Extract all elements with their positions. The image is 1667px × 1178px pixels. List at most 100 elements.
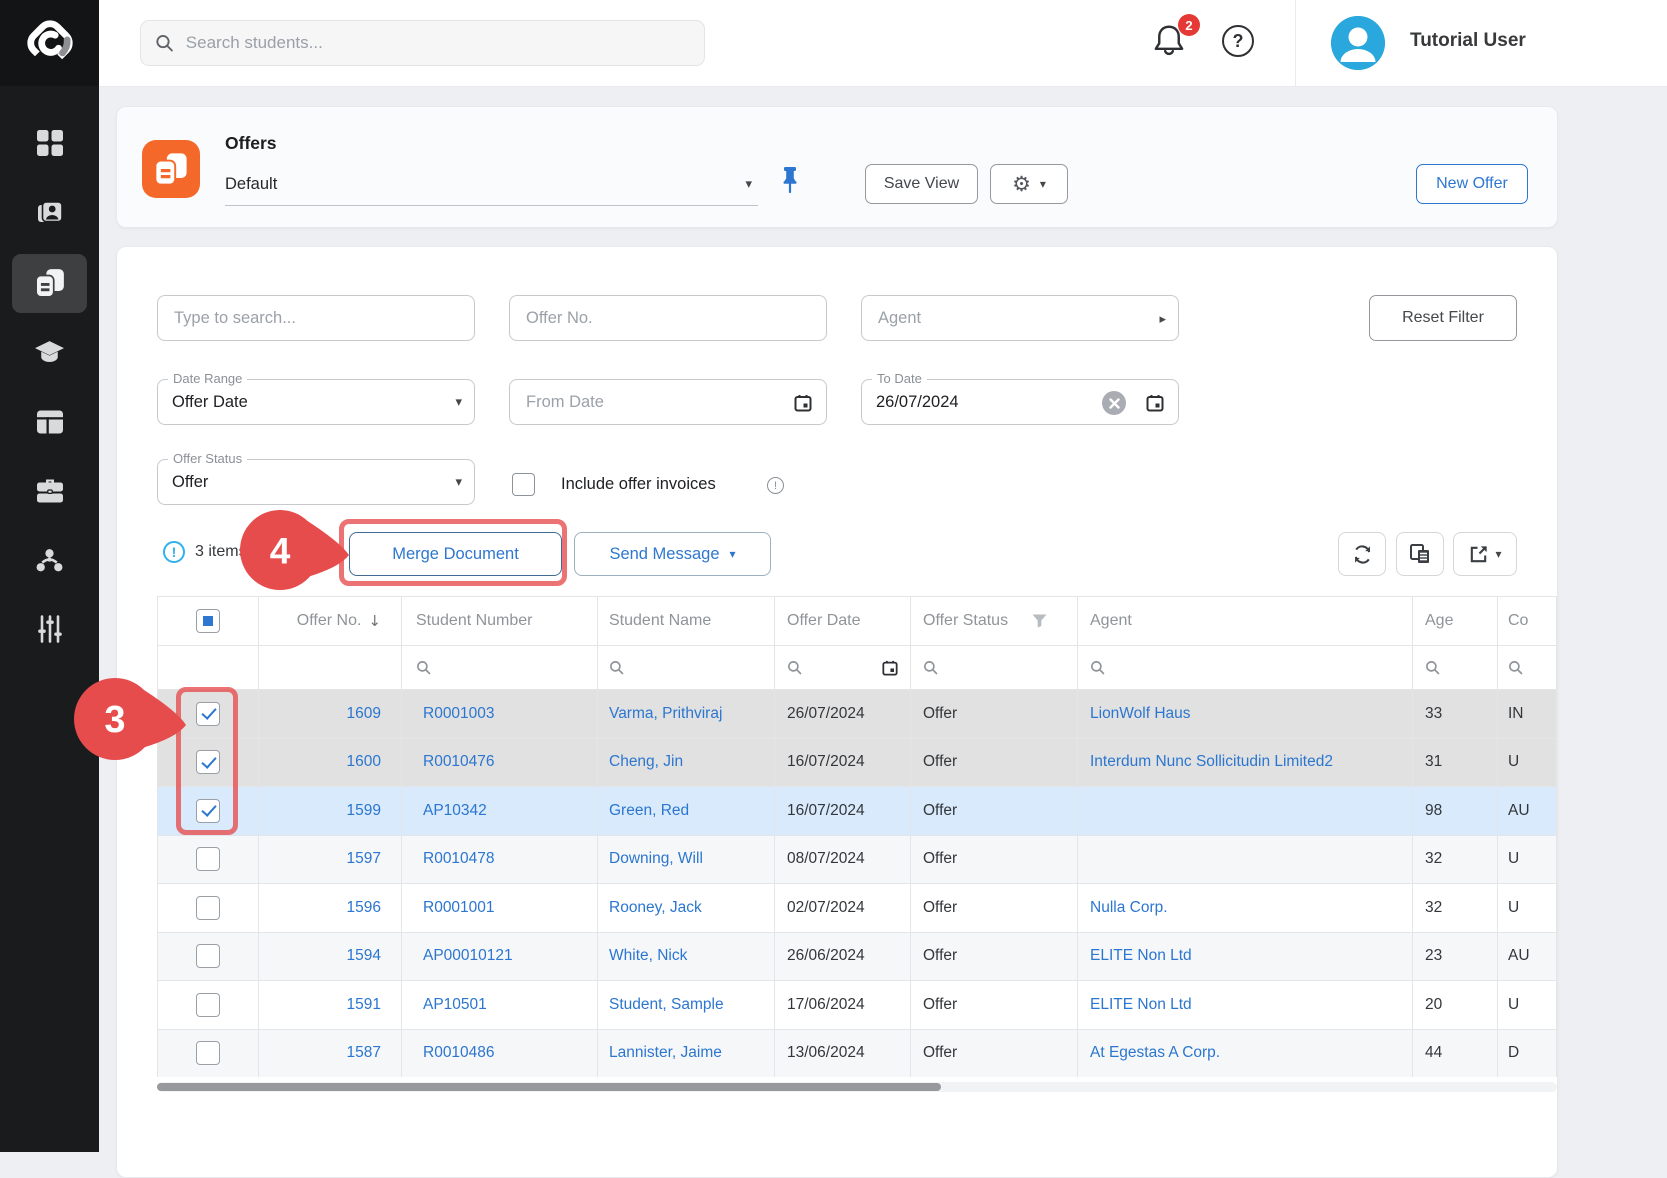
cell-offer-no[interactable]: 1591 bbox=[259, 981, 402, 1029]
cell-student-number[interactable]: R0010478 bbox=[402, 836, 598, 884]
save-view-button[interactable]: Save View bbox=[865, 164, 978, 204]
pin-view-button[interactable] bbox=[779, 167, 801, 198]
header-student-number[interactable]: Student Number bbox=[402, 597, 598, 645]
cell-student-number[interactable]: R0001001 bbox=[402, 884, 598, 932]
search-input[interactable] bbox=[184, 32, 690, 54]
filter-funnel-icon[interactable] bbox=[1032, 614, 1047, 628]
row-checkbox-cell[interactable] bbox=[158, 836, 259, 884]
quick-search-input[interactable] bbox=[172, 308, 460, 329]
from-date-input[interactable] bbox=[524, 392, 812, 413]
table-row[interactable]: 1591AP10501Student, Sample17/06/2024Offe… bbox=[158, 980, 1557, 1029]
header-offer-date[interactable]: Offer Date bbox=[775, 597, 911, 645]
row-checkbox[interactable] bbox=[196, 896, 220, 920]
filter-cell-offer-no[interactable] bbox=[259, 646, 402, 689]
reset-filter-button[interactable]: Reset Filter bbox=[1369, 295, 1517, 341]
help-button[interactable]: ? bbox=[1222, 25, 1254, 57]
header-offer-status[interactable]: Offer Status bbox=[911, 597, 1078, 645]
row-checkbox-cell[interactable] bbox=[158, 884, 259, 932]
select-all-checkbox[interactable] bbox=[196, 609, 220, 633]
new-offer-button[interactable]: New Offer bbox=[1416, 164, 1528, 204]
row-checkbox[interactable] bbox=[196, 993, 220, 1017]
calendar-icon[interactable] bbox=[882, 660, 898, 676]
row-checkbox-cell[interactable] bbox=[158, 690, 259, 738]
avatar[interactable] bbox=[1331, 16, 1385, 70]
view-select[interactable]: Default ▾ bbox=[225, 163, 758, 206]
row-checkbox[interactable] bbox=[196, 750, 220, 774]
table-row[interactable]: 1594AP00010121White, Nick26/06/2024Offer… bbox=[158, 932, 1557, 981]
cell-agent[interactable]: Nulla Corp. bbox=[1078, 884, 1413, 932]
row-checkbox-cell[interactable] bbox=[158, 739, 259, 787]
cell-student-name[interactable]: Varma, Prithviraj bbox=[598, 690, 775, 738]
filter-cell-agent[interactable] bbox=[1078, 646, 1413, 689]
cell-offer-no[interactable]: 1597 bbox=[259, 836, 402, 884]
cell-offer-no[interactable]: 1594 bbox=[259, 933, 402, 981]
header-country[interactable]: Co bbox=[1498, 597, 1557, 645]
header-student-name[interactable]: Student Name bbox=[598, 597, 775, 645]
cell-student-number[interactable]: AP10342 bbox=[402, 787, 598, 835]
cell-offer-no[interactable]: 1596 bbox=[259, 884, 402, 932]
table-row[interactable]: 1600R0010476Cheng, Jin16/07/2024OfferInt… bbox=[158, 738, 1557, 787]
notifications-button[interactable]: 2 bbox=[1152, 22, 1196, 66]
cell-agent[interactable]: LionWolf Haus bbox=[1078, 690, 1413, 738]
sidebar-item-dashboard[interactable] bbox=[0, 113, 99, 173]
cell-offer-no[interactable]: 1599 bbox=[259, 787, 402, 835]
calendar-icon[interactable] bbox=[794, 394, 812, 412]
horizontal-scrollbar-thumb[interactable] bbox=[157, 1083, 941, 1091]
sidebar-item-offers[interactable] bbox=[0, 253, 99, 313]
cell-agent[interactable]: At Egestas A Corp. bbox=[1078, 1030, 1413, 1078]
row-checkbox-cell[interactable] bbox=[158, 787, 259, 835]
filter-cell-country[interactable] bbox=[1498, 646, 1557, 689]
select-all-checkbox-cell[interactable] bbox=[158, 597, 259, 645]
app-logo[interactable] bbox=[0, 0, 99, 86]
cell-student-name[interactable]: Downing, Will bbox=[598, 836, 775, 884]
row-checkbox-cell[interactable] bbox=[158, 1030, 259, 1078]
clear-date-button[interactable] bbox=[1102, 391, 1126, 415]
sidebar-item-services[interactable] bbox=[0, 461, 99, 521]
user-name[interactable]: Tutorial User bbox=[1410, 30, 1526, 52]
row-checkbox-cell[interactable] bbox=[158, 981, 259, 1029]
cell-student-number[interactable]: R0010476 bbox=[402, 739, 598, 787]
cell-offer-no[interactable]: 1587 bbox=[259, 1030, 402, 1078]
sidebar-item-students[interactable] bbox=[0, 183, 99, 243]
from-date-field[interactable] bbox=[509, 379, 827, 425]
cell-student-name[interactable]: Student, Sample bbox=[598, 981, 775, 1029]
cell-agent[interactable]: ELITE Non Ltd bbox=[1078, 933, 1413, 981]
date-range-select[interactable]: Date Range Offer Date ▾ bbox=[157, 379, 475, 425]
cell-student-name[interactable]: White, Nick bbox=[598, 933, 775, 981]
table-row[interactable]: 1596R0001001Rooney, Jack02/07/2024OfferN… bbox=[158, 883, 1557, 932]
filter-cell-offer-date[interactable] bbox=[775, 646, 911, 689]
to-date-field[interactable]: To Date 26/07/2024 bbox=[861, 379, 1179, 425]
table-row[interactable]: 1587R0010486Lannister, Jaime13/06/2024Of… bbox=[158, 1029, 1557, 1078]
cell-offer-no[interactable]: 1609 bbox=[259, 690, 402, 738]
cell-student-name[interactable]: Rooney, Jack bbox=[598, 884, 775, 932]
calendar-icon[interactable] bbox=[1146, 394, 1164, 412]
header-offer-no[interactable]: Offer No.↓ bbox=[259, 597, 402, 645]
row-checkbox[interactable] bbox=[196, 702, 220, 726]
row-checkbox[interactable] bbox=[196, 847, 220, 871]
sidebar-item-boards[interactable] bbox=[0, 392, 99, 452]
filter-cell-age[interactable] bbox=[1413, 646, 1498, 689]
table-row[interactable]: 1609R0001003Varma, Prithviraj26/07/2024O… bbox=[158, 689, 1557, 738]
column-chooser-button[interactable] bbox=[1396, 532, 1444, 576]
sidebar-item-courses[interactable] bbox=[0, 323, 99, 383]
row-checkbox-cell[interactable] bbox=[158, 933, 259, 981]
cell-student-number[interactable]: AP00010121 bbox=[402, 933, 598, 981]
agent-field[interactable]: ▸ bbox=[861, 295, 1179, 341]
cell-agent[interactable]: Interdum Nunc Sollicitudin Limited2 bbox=[1078, 739, 1413, 787]
cell-student-name[interactable]: Green, Red bbox=[598, 787, 775, 835]
offer-no-input[interactable] bbox=[524, 308, 812, 329]
offer-status-select[interactable]: Offer Status Offer ▾ bbox=[157, 459, 475, 505]
table-row[interactable]: 1597R0010478Downing, Will08/07/2024Offer… bbox=[158, 835, 1557, 884]
table-row[interactable]: 1599AP10342Green, Red16/07/2024Offer98AU bbox=[158, 786, 1557, 835]
row-checkbox[interactable] bbox=[196, 1041, 220, 1065]
merge-document-button[interactable]: Merge Document bbox=[349, 532, 562, 576]
cell-student-number[interactable]: R0001003 bbox=[402, 690, 598, 738]
send-message-button[interactable]: Send Message ▾ bbox=[574, 532, 771, 576]
cell-offer-no[interactable]: 1600 bbox=[259, 739, 402, 787]
filter-cell-student-number[interactable] bbox=[402, 646, 598, 689]
view-settings-button[interactable]: ⚙ ▾ bbox=[990, 164, 1068, 204]
cell-student-number[interactable]: R0010486 bbox=[402, 1030, 598, 1078]
filter-cell-offer-status[interactable] bbox=[911, 646, 1078, 689]
cell-student-number[interactable]: AP10501 bbox=[402, 981, 598, 1029]
cell-student-name[interactable]: Lannister, Jaime bbox=[598, 1030, 775, 1078]
